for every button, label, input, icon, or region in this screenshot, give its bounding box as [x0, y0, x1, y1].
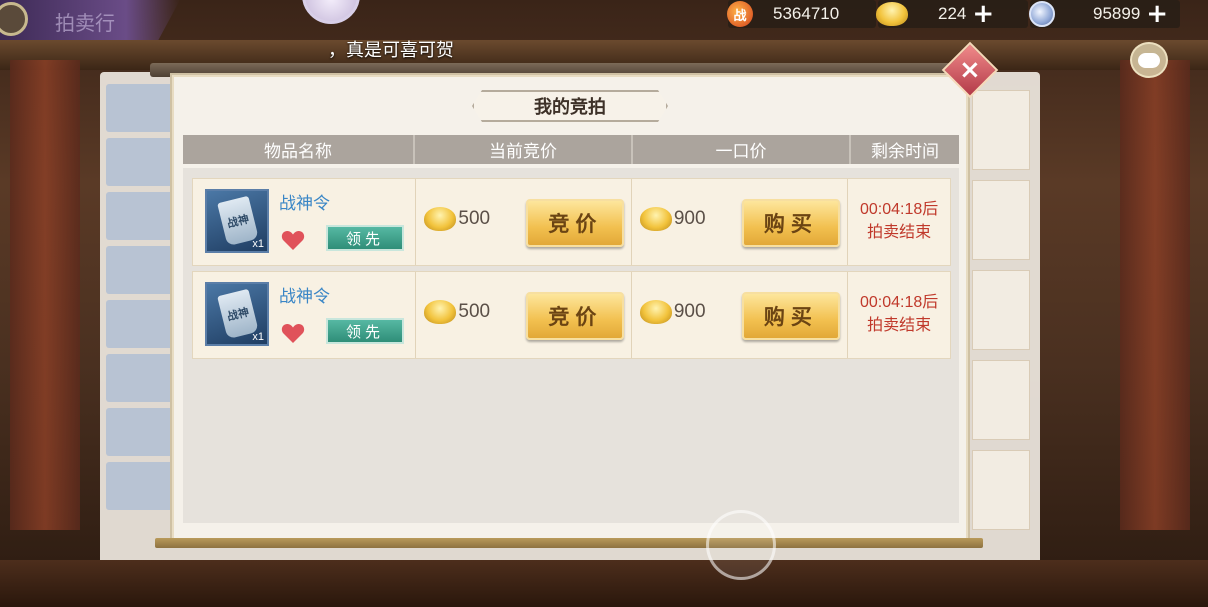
- silver-coin-icon: [1029, 1, 1055, 27]
- current-bid-price: 500: [424, 207, 490, 231]
- current-bid-cell: 500 竞价: [416, 179, 632, 265]
- power-display: 战 5364710: [727, 1, 840, 27]
- status-badge: 领先: [326, 318, 404, 344]
- table-row: 战神 x1 战神令 领先 500 竞价 900 购买 00:04:18后 拍卖结…: [192, 271, 951, 359]
- silver-display: 95899 +: [1029, 1, 1168, 27]
- gold-display: 224 +: [876, 1, 994, 27]
- buyout-price: 900: [639, 300, 706, 324]
- background-pillar-left: [10, 60, 80, 530]
- dialog-title-plate: 我的竞拍: [472, 90, 668, 122]
- buy-button[interactable]: 购买: [741, 199, 840, 247]
- gold-ingot-icon: [639, 300, 672, 324]
- avatar[interactable]: [302, 0, 360, 24]
- current-bid-price: 500: [424, 300, 490, 324]
- item-cell: 战神 x1 战神令 领先: [193, 179, 417, 265]
- background-sidebar: [106, 84, 176, 564]
- gold-value: 224: [938, 4, 967, 23]
- item-quantity: x1: [252, 331, 264, 343]
- gold-ingot-icon: [424, 207, 457, 231]
- countdown: 00:04:18后: [859, 294, 939, 311]
- add-silver-button[interactable]: +: [1146, 1, 1168, 27]
- war-emblem-icon: 战: [727, 1, 753, 27]
- item-cell: 战神 x1 战神令 领先: [193, 272, 417, 358]
- buyout-price: 900: [639, 207, 706, 231]
- time-cell: 00:04:18后 拍卖结束: [848, 272, 950, 358]
- window-title: 拍卖行: [55, 11, 115, 35]
- time-remaining: 00:04:18后 拍卖结束: [848, 292, 950, 336]
- buyout-value: 900: [673, 301, 706, 322]
- background-list-column: [972, 90, 1030, 550]
- broadcast-message: ，真是可喜可贺: [328, 40, 454, 61]
- close-icon: ×: [959, 54, 981, 85]
- countdown-note: 拍卖结束: [867, 315, 932, 334]
- buyout-cell: 900 购买: [632, 179, 849, 265]
- add-gold-button[interactable]: +: [972, 1, 994, 27]
- buyout-cell: 900 购买: [632, 272, 849, 358]
- current-bid-value: 500: [458, 301, 491, 322]
- item-token-icon[interactable]: 战神 x1: [205, 189, 269, 253]
- buyout-value: 900: [673, 208, 706, 229]
- item-quantity: x1: [252, 238, 264, 250]
- item-token-icon[interactable]: 战神 x1: [205, 282, 269, 346]
- countdown-note: 拍卖结束: [867, 222, 932, 241]
- status-badge: 领先: [326, 225, 404, 251]
- time-remaining: 00:04:18后 拍卖结束: [848, 199, 950, 243]
- background-floor: [0, 560, 1208, 607]
- dialog-title: 我的竞拍: [534, 97, 606, 118]
- column-header-item-name: 物品名称: [183, 135, 415, 164]
- table-header: 物品名称 当前竞价 一口价 剩余时间: [183, 135, 959, 164]
- current-bid-cell: 500 竞价: [416, 272, 632, 358]
- current-bid-value: 500: [458, 208, 491, 229]
- chat-bubble-icon[interactable]: [1130, 42, 1168, 78]
- bid-button[interactable]: 竞价: [526, 199, 625, 247]
- column-header-current-bid: 当前竞价: [415, 135, 633, 164]
- virtual-joystick[interactable]: [706, 510, 776, 580]
- column-header-time-left: 剩余时间: [871, 142, 939, 162]
- column-header-buyout: 一口价: [633, 135, 851, 164]
- gold-ingot-icon: [424, 300, 457, 324]
- item-name: 战神令: [279, 194, 330, 214]
- time-cell: 00:04:18后 拍卖结束: [848, 179, 950, 265]
- buy-button[interactable]: 购买: [741, 292, 840, 340]
- heart-icon[interactable]: [281, 322, 305, 344]
- gold-ingot-icon: [639, 207, 672, 231]
- modal-frame-bottom: [155, 538, 983, 548]
- table-row: 战神 x1 战神令 领先 500 竞价 900 购买 00:04:18后 拍卖结…: [192, 178, 951, 266]
- silver-value: 95899: [1093, 4, 1141, 23]
- power-value: 5364710: [773, 4, 840, 23]
- gold-ingot-icon: [876, 2, 908, 26]
- countdown: 00:04:18后: [859, 201, 939, 218]
- bid-button[interactable]: 竞价: [526, 292, 625, 340]
- item-name: 战神令: [279, 287, 330, 307]
- background-pillar-right: [1120, 60, 1190, 530]
- heart-icon[interactable]: [281, 229, 305, 251]
